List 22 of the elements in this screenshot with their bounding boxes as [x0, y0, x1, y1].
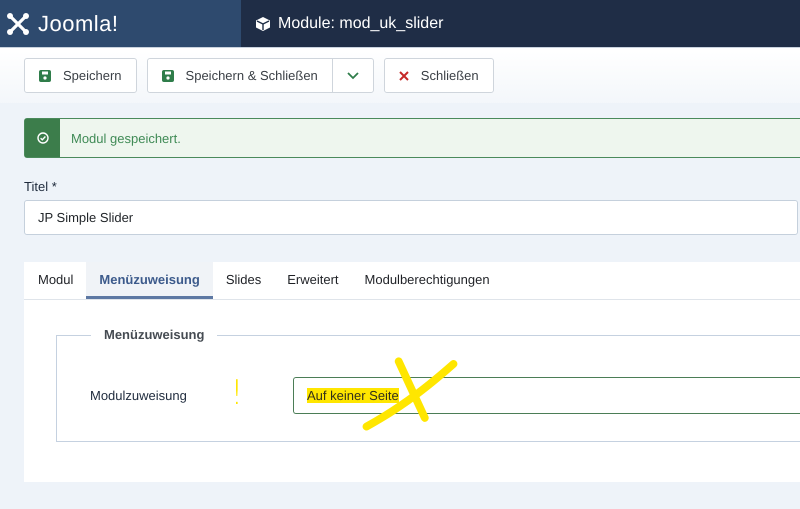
title-label: Titel *	[24, 179, 58, 194]
assignment-select[interactable]: Auf keiner Seite	[293, 377, 800, 414]
close-icon	[398, 70, 409, 80]
chevron-down-icon	[346, 72, 359, 80]
save-button[interactable]: Speichern	[24, 58, 137, 93]
logo-text: Joomla!	[38, 10, 119, 36]
highlighted-value: Auf keiner Seite	[307, 388, 399, 403]
cube-icon	[255, 16, 271, 32]
title-input[interactable]: JP Simple Slider	[24, 200, 798, 235]
field-label: Modulzuweisung	[90, 388, 188, 403]
alert-message: Modul gespeichert.	[70, 130, 181, 148]
save-icon	[162, 70, 174, 82]
close-button[interactable]: Schließen	[384, 58, 494, 93]
save-icon	[39, 70, 51, 82]
page-title: Module: mod_uk_slider	[278, 14, 444, 32]
fieldset-legend: Menüzuweisung	[91, 327, 218, 342]
check-circle-icon	[36, 132, 48, 144]
joomla-logo-icon	[6, 12, 30, 36]
dropdown-button[interactable]	[332, 58, 374, 93]
exclamation-mark: !	[230, 376, 245, 410]
tab[interactable]: Menüzuweisung	[86, 262, 213, 299]
save-close-button[interactable]: Speichern & Schließen	[146, 58, 333, 93]
